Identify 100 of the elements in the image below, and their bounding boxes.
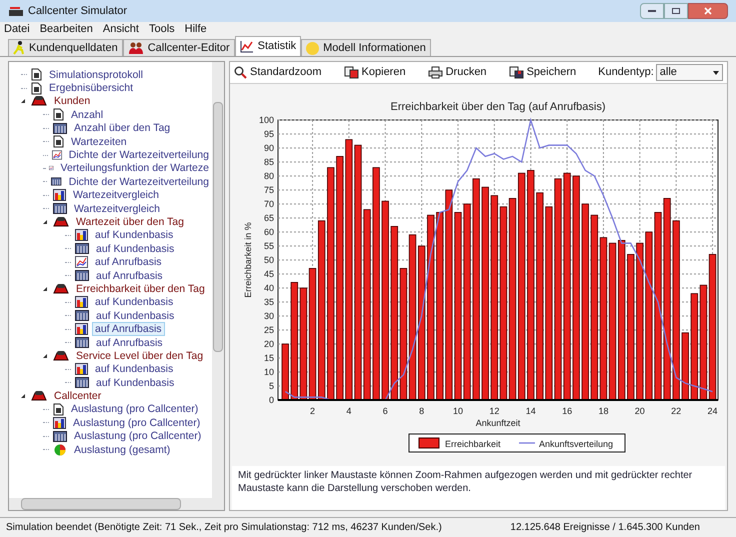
x-tick-label: 12	[488, 406, 499, 416]
tree-item[interactable]: auf Kundenbasis	[92, 295, 176, 310]
tree-item[interactable]: auf Kundenbasis	[93, 308, 178, 323]
tree-item[interactable]: Dichte der Wartezeitverteilung	[66, 174, 212, 189]
menu-item[interactable]: Ansicht	[102, 21, 139, 38]
collapse-arrow-icon[interactable]	[21, 394, 25, 398]
y-tick-label: 85	[263, 157, 274, 167]
magnifier-icon	[234, 66, 247, 79]
tree-item[interactable]: auf Anrufbasis	[93, 336, 166, 350]
table-icon	[53, 122, 67, 134]
line-chart-icon	[75, 256, 88, 268]
tree-item[interactable]: Wartezeitvergleich	[70, 188, 162, 202]
y-tick-label: 40	[263, 283, 274, 293]
phone-icon	[53, 216, 69, 228]
tab[interactable]: Callcenter-Editor	[122, 39, 235, 56]
save-icon	[508, 66, 524, 79]
bar-chart-icon	[75, 323, 88, 336]
table-icon	[53, 203, 67, 214]
customer-type-label: Kundentyp:	[598, 65, 654, 80]
tree-item[interactable]: Wartezeitvergleich	[71, 202, 163, 216]
tree-item[interactable]: Auslastung (pro Callcenter)	[70, 416, 204, 430]
tree-item[interactable]: Auslastung (pro Callcenter)	[71, 429, 204, 444]
close-icon	[704, 7, 712, 15]
table-icon	[75, 270, 89, 282]
bar	[281, 344, 288, 400]
y-tick-label: 30	[263, 311, 274, 321]
bar-chart-icon	[53, 189, 66, 202]
x-tick-label: 16	[562, 406, 572, 416]
y-tick-label: 50	[263, 255, 274, 265]
menu-item[interactable]: Tools	[148, 21, 175, 38]
customer-type-dropdown[interactable]: alle	[656, 64, 723, 81]
x-tick-label: 24	[707, 406, 718, 416]
toolbar-button[interactable]: Drucken	[428, 64, 495, 81]
y-axis-title: Erreichbarkeit in %	[242, 222, 252, 298]
bar	[681, 332, 688, 400]
toolbar-button[interactable]: Speichern	[508, 64, 584, 81]
x-axis-title: Ankunftzeit	[475, 418, 520, 428]
tree-item[interactable]: Simulationsprotokoll	[46, 68, 146, 82]
y-tick-label: 35	[263, 297, 274, 307]
toolbar-button[interactable]: Kopieren	[344, 64, 414, 81]
document-icon	[53, 402, 64, 416]
phone-icon	[53, 282, 69, 295]
chart-icon	[240, 40, 254, 53]
tree-item[interactable]: Service Level über den Tag	[73, 348, 206, 363]
tree-item[interactable]: auf Anrufbasis	[92, 322, 165, 336]
menu-item[interactable]: Datei	[4, 21, 30, 38]
collapse-arrow-icon[interactable]	[43, 286, 47, 291]
menu-item[interactable]: Hilfe	[184, 21, 207, 38]
horizontal-scrollbar[interactable]	[9, 498, 224, 510]
tree-item[interactable]: Wartezeiten	[68, 134, 130, 149]
toolbar-button[interactable]: Standardzoom	[234, 64, 330, 81]
y-tick-label: 65	[263, 213, 274, 223]
tree-item[interactable]: Dichte der Wartezeitverteilung	[66, 148, 212, 162]
pie-chart-icon	[53, 443, 67, 456]
window-title: Callcenter Simulator	[28, 4, 128, 19]
chart-title: Erreichbarkeit über den Tag (auf Anrufbasis)	[390, 101, 606, 113]
tree-item[interactable]: Ergebnisübersicht	[46, 81, 136, 96]
close-button[interactable]	[688, 3, 728, 19]
x-tick-label: 20	[634, 406, 644, 416]
x-tick-label: 8	[418, 406, 424, 416]
tab[interactable]: Modell Informationen	[301, 39, 431, 56]
tree-item[interactable]: Callcenter	[51, 389, 104, 404]
x-tick-label: 10	[452, 406, 462, 416]
tree-item[interactable]: auf Kundenbasis	[93, 242, 178, 256]
tree-item[interactable]: Verteilungsfunktion der Warteze	[58, 161, 212, 176]
vertical-scrollbar[interactable]	[212, 62, 224, 498]
y-tick-label: 5	[268, 381, 274, 391]
maximize-button[interactable]	[664, 3, 688, 19]
tree-item[interactable]: Anzahl über den Tag	[71, 121, 174, 136]
tree-item[interactable]: Kunden	[51, 94, 94, 108]
tree-item[interactable]: Anzahl	[68, 108, 106, 122]
tree-item[interactable]: Auslastung (pro Callcenter)	[68, 402, 202, 416]
collapse-arrow-icon[interactable]	[43, 354, 47, 358]
status-text: Simulation beendet (Benötigte Zeit: 71 Sek., Zeit pro Simulationstag: 712 ms, 46237 Kunden/Sek.)	[6, 521, 442, 535]
table-icon	[75, 243, 89, 254]
table-icon	[51, 176, 62, 188]
tree-item[interactable]: auf Kundenbasis	[92, 362, 176, 376]
x-tick-label: 4	[346, 406, 351, 416]
printer-icon	[428, 66, 443, 79]
tab[interactable]: Kundenquelldaten	[8, 39, 123, 56]
tree-item[interactable]: Auslastung (gesamt)	[71, 442, 174, 457]
document-icon	[31, 68, 42, 82]
tree-item[interactable]: auf Anrufbasis	[92, 255, 165, 270]
legend-label: Erreichbarkeit	[444, 439, 500, 449]
collapse-arrow-icon[interactable]	[21, 99, 25, 104]
collapse-arrow-icon[interactable]	[43, 220, 47, 224]
tree-item[interactable]: Wartezeit über den Tag	[73, 215, 187, 229]
tree-item[interactable]: auf Kundenbasis	[93, 376, 178, 390]
tree-item[interactable]: Erreichbarkeit über den Tag	[73, 282, 208, 296]
tab[interactable]: Statistik	[234, 36, 302, 56]
y-tick-label: 100	[258, 115, 274, 125]
menu-item[interactable]: Bearbeiten	[40, 21, 93, 38]
minimize-button[interactable]	[640, 3, 664, 19]
copy-icon	[344, 66, 359, 79]
y-tick-label: 45	[263, 269, 274, 279]
hint-text: Mit gedrückter linker Maustaste können Zoom-Rahmen aufgezogen werden und mit gedrückter rechter Maustaste kann die Darstellung verschoben werden.	[238, 469, 694, 495]
legend-label: Ankunftsverteilung	[538, 439, 613, 449]
tree-item[interactable]: auf Kundenbasis	[92, 228, 176, 242]
tree-item[interactable]: auf Anrufbasis	[93, 268, 166, 283]
document-icon	[31, 82, 42, 95]
